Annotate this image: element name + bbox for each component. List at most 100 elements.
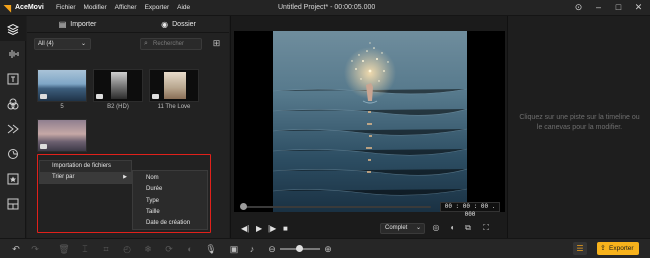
menu-modifier[interactable]: Modifier [84, 4, 107, 11]
account-icon[interactable]: ⊙ [573, 2, 584, 13]
menu-sort-by-label: Trier par [52, 174, 75, 180]
color-icon[interactable]: ◐ [184, 243, 196, 255]
redo-icon[interactable]: ↷ [29, 243, 41, 255]
sort-by-duration[interactable]: Durée [133, 184, 207, 195]
fullscreen-icon[interactable]: ⛶ [481, 223, 491, 233]
freeze-icon[interactable]: ❄ [142, 243, 154, 255]
volume-icon[interactable]: ◖ [447, 223, 457, 233]
effects-icon [8, 148, 18, 159]
menu-exporter[interactable]: Exporter [145, 4, 170, 11]
import-tabs: ▤ Importer ◉ Dossier [27, 16, 229, 33]
zoom-in-icon[interactable]: ⊕ [322, 243, 334, 255]
filter-value: All (4) [38, 41, 54, 47]
media-item[interactable] [37, 119, 87, 152]
minimize-icon[interactable]: – [593, 2, 604, 13]
folder-icon: ◉ [161, 19, 169, 29]
audio-icon [9, 49, 19, 58]
delete-icon[interactable]: 🗑 [58, 243, 70, 255]
tool-filters[interactable] [0, 91, 26, 116]
timeline-toolbar: ↶ ↷ 🗑 ⌶ ⌗ ◴ ❄ ⟳ ◐ 🎙 ▣ ♪ ⊖ ⊕ ☰ ⇪ Exporter [0, 238, 650, 258]
media-item-label: B2 (HD) [107, 104, 129, 110]
filter-row: All (4) ⌄ ⌕ Rechercher ⊞ [27, 33, 229, 55]
close-icon[interactable]: ✕ [633, 2, 644, 13]
snapshot-icon[interactable]: ◎ [431, 223, 441, 233]
microphone-icon[interactable]: 🎙 [205, 243, 217, 255]
import-button[interactable]: ▤ Importer [27, 16, 128, 32]
window-title: Untitled Project* - 00:00:05.000 [278, 4, 376, 11]
stop-icon[interactable]: ■ [283, 224, 288, 233]
split-screen-icon [7, 198, 19, 209]
folder-label: Dossier [172, 20, 196, 28]
title-bar: ◥ AceMovi Fichier Modifier Afficher Expo… [0, 0, 650, 16]
context-menu: Importation de fichiers Trier par ▶ [39, 160, 132, 184]
record-screen-icon[interactable]: ▣ [228, 243, 240, 255]
sort-by-size[interactable]: Taille [133, 207, 207, 218]
rotate-icon[interactable]: ⟳ [163, 243, 175, 255]
crop-tool-icon[interactable]: ⌗ [100, 243, 112, 255]
video-type-icon [96, 94, 103, 99]
import-label: Importer [70, 20, 97, 28]
sort-by-type[interactable]: Type [133, 196, 207, 207]
timeline-settings-button[interactable]: ☰ [573, 242, 587, 255]
zoom-out-icon[interactable]: ⊖ [266, 243, 278, 255]
speed-icon[interactable]: ◴ [121, 243, 133, 255]
menu-sort-by[interactable]: Trier par ▶ [40, 172, 131, 183]
chevron-right-icon: ▶ [123, 174, 127, 180]
elements-icon [7, 173, 19, 184]
media-filter-select[interactable]: All (4) ⌄ [34, 38, 91, 50]
sort-by-date-created[interactable]: Date de création [133, 218, 207, 229]
export-button[interactable]: ⇪ Exporter [597, 242, 639, 255]
scrub-handle[interactable] [240, 203, 247, 210]
sort-submenu: Nom Durée Type Taille Date de création [132, 170, 208, 230]
tool-transitions[interactable] [0, 116, 26, 141]
preview-panel: 00 : 00 : 00 . 000 ◀| ▶ |▶ ■ Complet ⌄ ◎… [230, 16, 508, 238]
search-input[interactable]: ⌕ Rechercher [140, 38, 202, 50]
quality-value: Complet [385, 225, 408, 231]
transitions-icon [7, 124, 19, 133]
properties-hint: Cliquez sur une piste sur la timeline ou… [519, 114, 640, 131]
tool-audio[interactable] [0, 41, 26, 66]
next-frame-icon[interactable]: |▶ [268, 224, 276, 233]
maximize-icon[interactable]: □ [613, 2, 624, 13]
play-icon[interactable]: ▶ [256, 224, 262, 233]
menu-import-files[interactable]: Importation de fichiers [40, 161, 131, 172]
menu-fichier[interactable]: Fichier [56, 4, 76, 11]
media-item[interactable] [37, 69, 87, 102]
voice-icon[interactable]: ♪ [246, 243, 258, 255]
sliders-icon: ☰ [576, 244, 584, 253]
app-name: AceMovi [15, 4, 44, 11]
media-item-label: 5 [60, 104, 64, 110]
search-icon: ⌕ [144, 40, 148, 47]
media-icon [7, 23, 19, 35]
grid-view-icon[interactable]: ⊞ [211, 38, 222, 49]
image-type-icon [40, 144, 47, 149]
media-item[interactable] [149, 69, 199, 102]
undo-icon[interactable]: ↶ [10, 243, 22, 255]
video-canvas[interactable] [234, 31, 505, 212]
split-icon[interactable]: ⌶ [79, 243, 91, 255]
app-logo: ◥ AceMovi [4, 3, 50, 12]
export-icon: ⇪ [600, 245, 606, 252]
scrub-bar[interactable] [241, 206, 431, 208]
quality-select[interactable]: Complet ⌄ [380, 223, 425, 234]
scrub-row: 00 : 00 : 00 . 000 [231, 200, 509, 218]
chevron-down-icon: ⌄ [80, 41, 86, 47]
previous-frame-icon[interactable]: ◀| [241, 224, 249, 233]
menu-aide[interactable]: Aide [177, 4, 190, 11]
sort-by-name[interactable]: Nom [133, 173, 207, 184]
tool-split-screen[interactable] [0, 191, 26, 216]
image-type-icon [40, 94, 47, 99]
crop-icon[interactable]: ⧉ [463, 223, 473, 233]
tool-effects[interactable] [0, 141, 26, 166]
folder-button[interactable]: ◉ Dossier [128, 16, 229, 32]
media-item[interactable] [93, 69, 143, 102]
zoom-slider-handle[interactable] [296, 245, 303, 252]
filters-icon [7, 98, 19, 109]
menu-afficher[interactable]: Afficher [115, 4, 137, 11]
media-item-label: 11 The Love [157, 104, 191, 110]
tool-media[interactable] [0, 16, 26, 41]
tool-text[interactable] [0, 66, 26, 91]
import-file-icon: ▤ [58, 19, 67, 29]
tool-elements[interactable] [0, 166, 26, 191]
timecode-display: 00 : 00 : 00 . 000 [440, 202, 500, 218]
